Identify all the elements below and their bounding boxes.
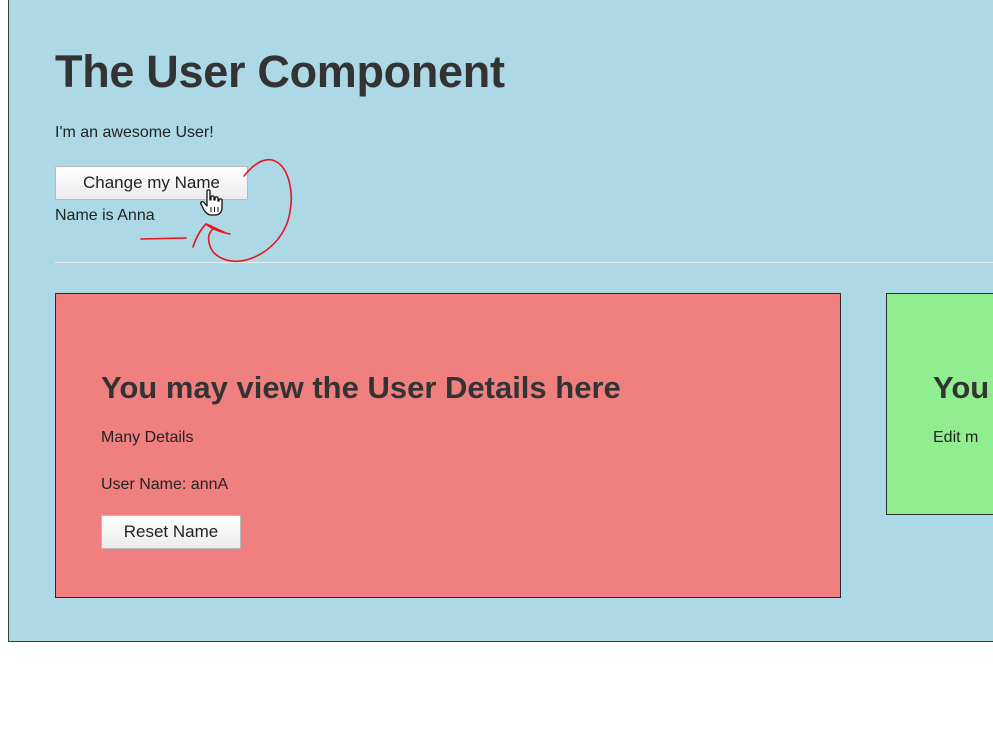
- page-title: The User Component: [55, 46, 505, 97]
- reset-name-button[interactable]: Reset Name: [101, 515, 241, 549]
- user-subtitle: I'm an awesome User!: [55, 124, 214, 141]
- user-edit-description: Edit m: [933, 429, 979, 446]
- change-name-button[interactable]: Change my Name: [55, 166, 248, 200]
- user-name-display: User Name: annA: [101, 476, 229, 493]
- user-component-panel: The User Component I'm an awesome User! …: [8, 0, 993, 642]
- user-detail-card: You may view the User Details here Many …: [55, 293, 841, 598]
- user-edit-title: You: [933, 370, 990, 405]
- user-edit-card: You Edit m: [886, 293, 993, 515]
- user-detail-description: Many Details: [101, 429, 194, 446]
- name-display: Name is Anna: [55, 207, 155, 224]
- divider: [55, 262, 993, 263]
- user-detail-title: You may view the User Details here: [101, 370, 621, 405]
